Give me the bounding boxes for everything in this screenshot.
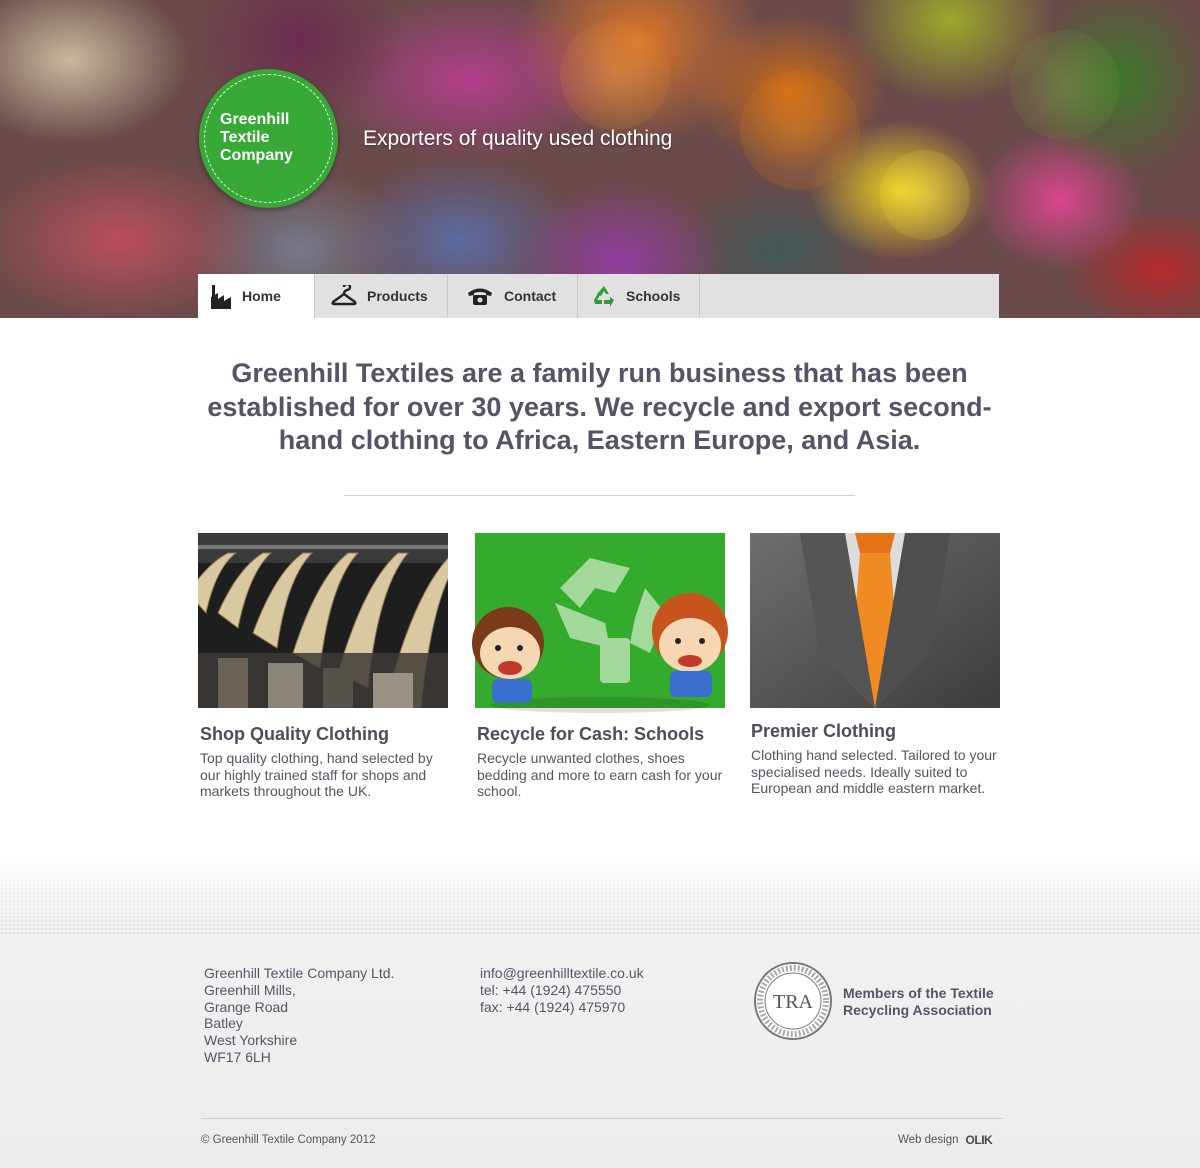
copyright: © Greenhill Textile Company 2012 (201, 1134, 376, 1146)
contact-details: info@greenhilltextile.co.uk tel: +44 (19… (480, 965, 644, 1015)
logo-line: Company (220, 147, 293, 164)
tagline: Exporters of quality used clothing (363, 127, 673, 150)
fax-number: fax: +44 (1924) 475970 (480, 998, 626, 1015)
nav-item-schools[interactable]: Schools (578, 274, 700, 318)
feature-text: Recycle unwanted clothes, shoes bedding … (477, 750, 723, 799)
address-line: West Yorkshire (204, 1032, 298, 1049)
credit-label: Web design (898, 1134, 959, 1146)
svg-text:TRA: TRA (773, 991, 814, 1013)
nav-item-products[interactable]: Products (315, 274, 448, 318)
hanger-icon (331, 285, 357, 307)
hangers-photo[interactable] (198, 533, 448, 708)
address-line: Grange Road (204, 998, 289, 1015)
hero-banner: Greenhill Textile Company Exporters of q… (0, 0, 1200, 318)
hero-texture (880, 150, 970, 240)
recycle-icon (592, 285, 616, 307)
membership-text: Members of the Textile Recycling Associa… (843, 985, 994, 1019)
feature-title[interactable]: Recycle for Cash: Schools (477, 724, 704, 745)
membership-line: Members of the Textile (843, 985, 994, 1001)
feature-text: Top quality clothing, hand selected by o… (200, 750, 433, 799)
address-line: Greenhill Mills, (204, 981, 296, 998)
main-nav: Home Products Contact Schools (198, 274, 999, 318)
suit-photo[interactable] (750, 533, 1000, 708)
factory-icon (210, 283, 232, 309)
footer-divider (201, 1118, 1003, 1119)
nav-item-contact[interactable]: Contact (448, 274, 578, 318)
tra-seal-logo[interactable]: TRA (753, 961, 833, 1041)
logo-text: Greenhill Textile Company (220, 111, 330, 165)
divider (344, 495, 855, 496)
logo-line: Greenhill (220, 111, 290, 128)
telephone-number: tel: +44 (1924) 475550 (480, 981, 622, 998)
olik-logo: OLIK (965, 1133, 993, 1147)
recycle-kids-illustration[interactable] (472, 533, 740, 718)
hero-texture (1010, 30, 1120, 140)
feature-title[interactable]: Premier Clothing (751, 721, 896, 742)
company-logo[interactable]: Greenhill Textile Company (199, 69, 338, 208)
company-address: Greenhill Textile Company Ltd. Greenhill… (204, 965, 394, 1066)
feature-title[interactable]: Shop Quality Clothing (200, 724, 389, 745)
logo-line: Textile (220, 129, 270, 146)
nav-label: Schools (626, 288, 681, 304)
hero-texture (740, 70, 860, 190)
address-line: WF17 6LH (204, 1048, 271, 1065)
nav-label: Home (242, 288, 281, 304)
footer-texture (0, 855, 1200, 935)
address-line: Greenhill Textile Company Ltd. (204, 965, 395, 981)
email-link[interactable]: info@greenhilltextile.co.uk (480, 965, 644, 982)
feature-text: Clothing hand selected. Tailored to your… (751, 747, 997, 796)
web-design-credit[interactable]: Web design OLIK (898, 1133, 993, 1147)
footer: Greenhill Textile Company Ltd. Greenhill… (0, 855, 1200, 1168)
nav-label: Products (367, 288, 428, 304)
address-line: Batley (204, 1015, 243, 1032)
telephone-icon (466, 286, 494, 306)
intro-statement: Greenhill Textiles are a family run busi… (207, 358, 992, 455)
nav-label: Contact (504, 288, 557, 304)
hero-texture (560, 20, 670, 130)
nav-item-home[interactable]: Home (198, 274, 315, 318)
membership-line: Recycling Association (843, 1002, 992, 1018)
